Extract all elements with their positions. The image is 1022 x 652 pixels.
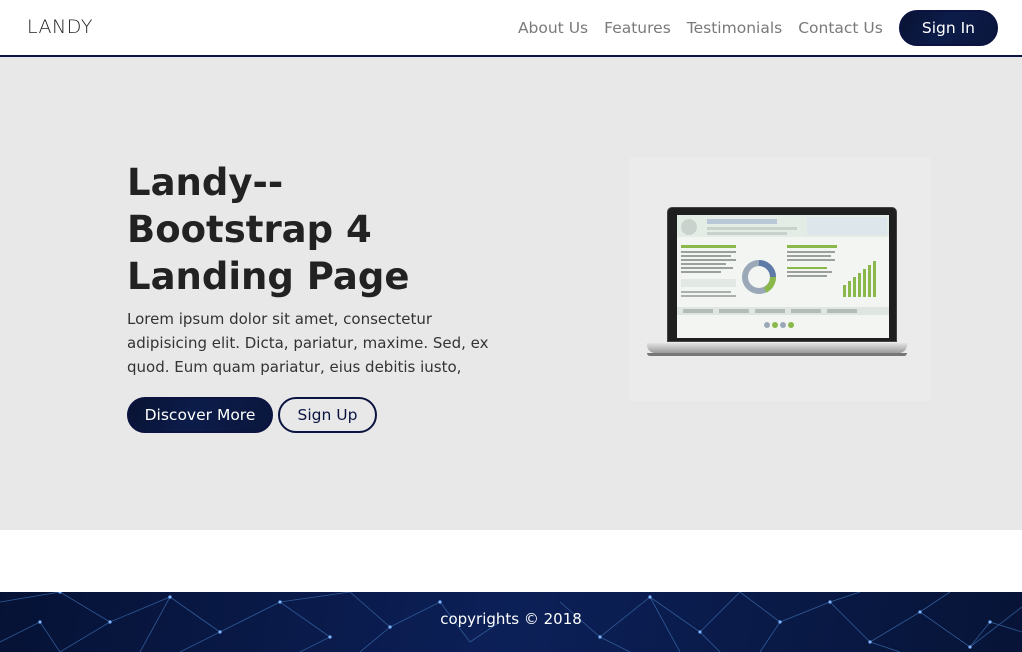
hero-title-line-1: Landy-- (127, 161, 284, 204)
hero-title-line-2: Bootstrap 4 (127, 208, 372, 251)
sign-up-button[interactable]: Sign Up (278, 397, 377, 433)
sign-in-label: Sign In (921, 19, 975, 37)
sign-in-button[interactable]: Sign In (898, 10, 998, 46)
footer: copyrights © 2018 (0, 592, 1022, 652)
sign-up-label: Sign Up (297, 406, 358, 424)
laptop-base-shadow (647, 353, 907, 356)
nav-link-testimonials[interactable]: Testimonials (687, 19, 782, 37)
discover-more-button[interactable]: Discover More (127, 397, 273, 433)
discover-more-label: Discover More (144, 406, 256, 424)
navbar: LANDY About Us Features Testimonials Con… (0, 0, 1022, 57)
laptop-screen (667, 207, 897, 342)
hero-description: Lorem ipsum dolor sit amet, consectetur … (127, 310, 489, 376)
nav-links: About Us Features Testimonials Contact U… (518, 10, 998, 46)
dashboard-graphic (677, 215, 889, 338)
laptop-base (647, 343, 907, 353)
dashboard-screenshot (677, 215, 889, 338)
nav-link-contact-us[interactable]: Contact Us (798, 19, 883, 37)
copyright-text: copyrights © 2018 (440, 610, 582, 628)
hero-section: Landy-- Bootstrap 4 Landing Page Lorem i… (0, 57, 1022, 530)
hero-title-line-3: Landing Page (127, 255, 410, 298)
nav-link-features[interactable]: Features (604, 19, 671, 37)
brand-logo[interactable]: LANDY (27, 16, 93, 38)
laptop-illustration (630, 157, 930, 401)
hero-title: Landy-- Bootstrap 4 Landing Page (127, 159, 457, 300)
nav-link-about-us[interactable]: About Us (518, 19, 588, 37)
